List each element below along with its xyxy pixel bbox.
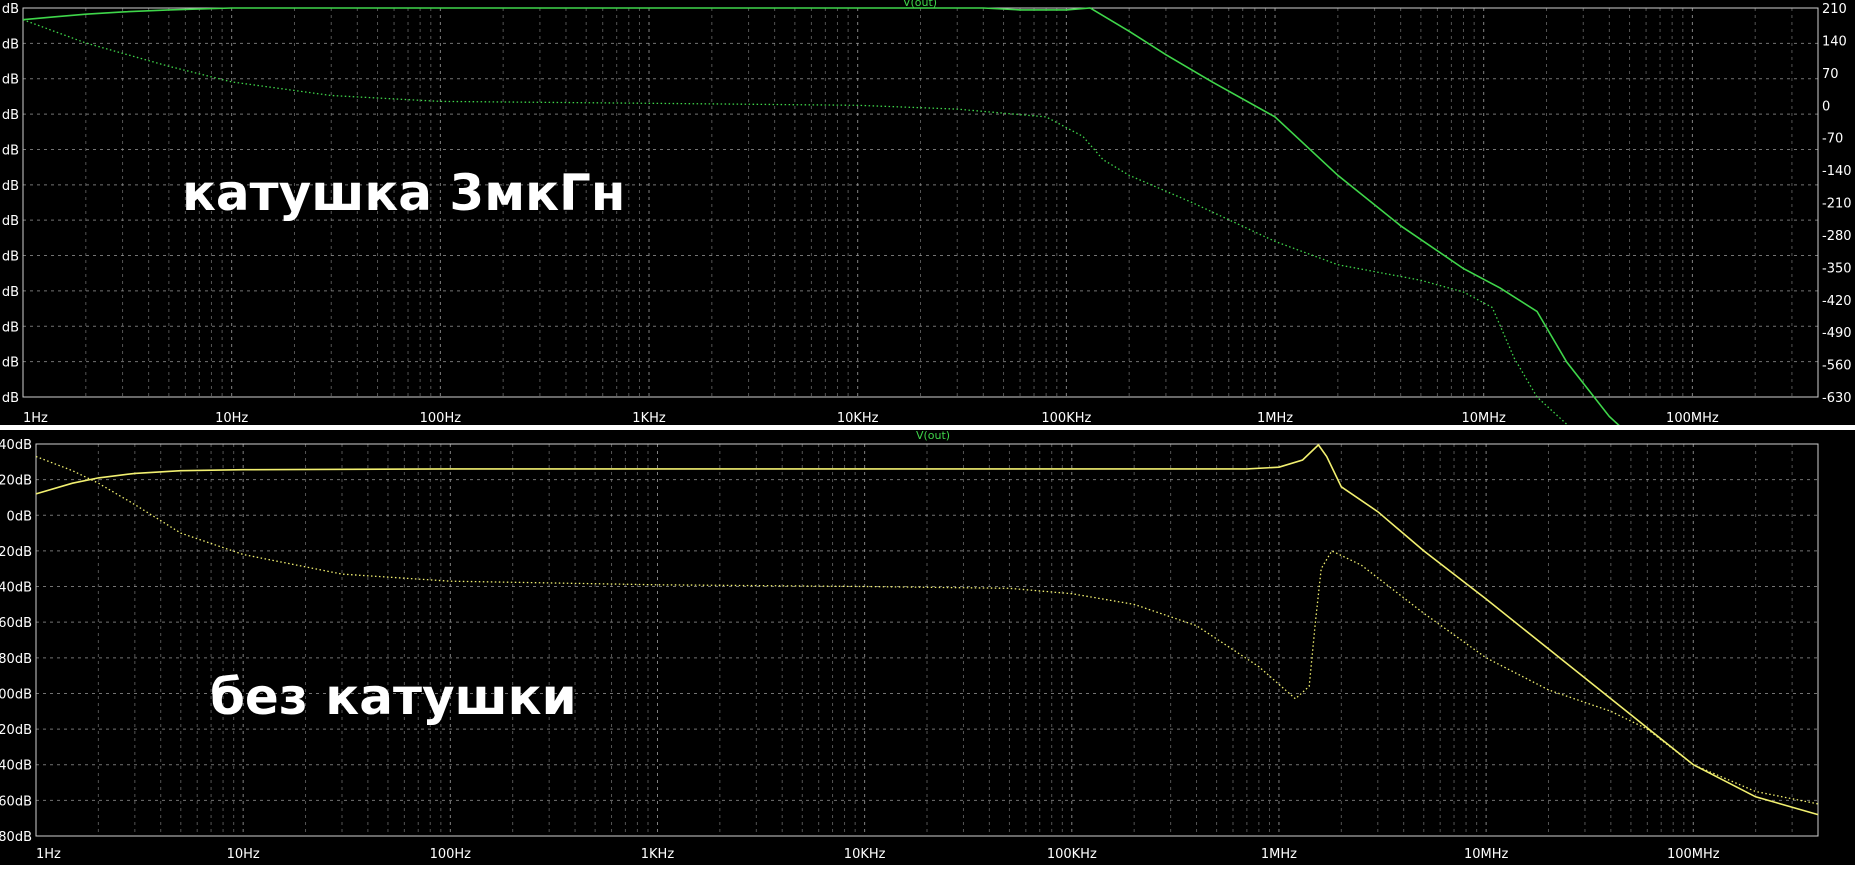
y-right-tick-label: -280 [1822, 229, 1852, 244]
y-tick-label: dB [2, 320, 19, 335]
bottom-annotation: без катушки [210, 668, 577, 726]
bode-plot: V(out) dB dB dB dB dB dB dB dB dB dB dB dB 210 140 70… [0, 0, 1855, 865]
y-tick-label: dB [2, 108, 19, 123]
x-tick-label: 10MHz [1462, 411, 1507, 426]
y-tick-label: dB [2, 37, 19, 52]
y-right-tick-label: -560 [1822, 359, 1852, 374]
bottom-bode-panel: V(out) 40dB 20dB 0dB -20dB -40dB -60dB -80dB -1… [0, 429, 1855, 865]
y-right-tick-label: 210 [1822, 2, 1847, 17]
x-tick-label: 1Hz [23, 411, 48, 426]
y-tick-label: -40dB [0, 581, 32, 596]
x-tick-label: 10KHz [844, 847, 886, 862]
x-tick-label: 100MHz [1667, 847, 1720, 862]
y-tick-label: dB [2, 179, 19, 194]
y-right-tick-label: -210 [1822, 197, 1852, 212]
y-tick-label: -120dB [0, 723, 32, 738]
x-tick-label: 1MHz [1257, 411, 1293, 426]
x-tick-label: 10KHz [837, 411, 879, 426]
y-tick-label: dB [2, 250, 19, 265]
chart-root: V(out) dB dB dB dB dB dB dB dB dB dB dB dB 210 140 70… [0, 0, 1855, 865]
y-right-tick-label: -420 [1822, 294, 1852, 309]
y-tick-label: 0dB [7, 509, 32, 524]
x-tick-label: 100MHz [1666, 411, 1719, 426]
y-tick-label: -60dB [0, 616, 32, 631]
y-tick-label: dB [2, 285, 19, 300]
x-tick-label: 10MHz [1464, 847, 1509, 862]
x-tick-label: 1KHz [632, 411, 666, 426]
y-right-tick-label: -70 [1822, 132, 1843, 147]
x-tick-label: 10Hz [215, 411, 248, 426]
y-tick-label: dB [2, 214, 19, 229]
y-tick-label: 20dB [0, 474, 32, 489]
x-tick-label: 100KHz [1041, 411, 1091, 426]
y-tick-label: -100dB [0, 687, 32, 702]
x-tick-label: 100Hz [420, 411, 462, 426]
y-right-tick-label: -140 [1822, 164, 1852, 179]
y-right-tick-label: 0 [1822, 99, 1830, 114]
y-right-tick-label: 140 [1822, 34, 1847, 49]
y-tick-label: -80dB [0, 652, 32, 667]
y-tick-label: dB [2, 2, 19, 17]
y-right-tick-label: 70 [1822, 67, 1839, 82]
y-tick-label: 40dB [0, 438, 32, 453]
bottom-trace-title: V(out) [916, 429, 950, 442]
y-tick-label: -180dB [0, 830, 32, 845]
y-right-tick-label: -630 [1822, 391, 1852, 406]
x-tick-label: 10Hz [227, 847, 260, 862]
y-tick-label: dB [2, 356, 19, 371]
y-right-tick-label: -350 [1822, 261, 1852, 276]
top-annotation: катушка 3мкГн [182, 164, 625, 222]
x-tick-label: 100Hz [430, 847, 472, 862]
x-tick-label: 1KHz [641, 847, 675, 862]
y-tick-label: -20dB [0, 545, 32, 560]
x-tick-label: 100KHz [1047, 847, 1097, 862]
y-tick-label: dB [2, 143, 19, 158]
x-tick-label: 1MHz [1261, 847, 1297, 862]
y-tick-label: dB [2, 73, 19, 88]
y-right-tick-label: -490 [1822, 326, 1852, 341]
x-tick-label: 1Hz [36, 847, 61, 862]
y-tick-label: -140dB [0, 759, 32, 774]
y-tick-label: -160dB [0, 794, 32, 809]
y-tick-label: dB [2, 391, 19, 406]
